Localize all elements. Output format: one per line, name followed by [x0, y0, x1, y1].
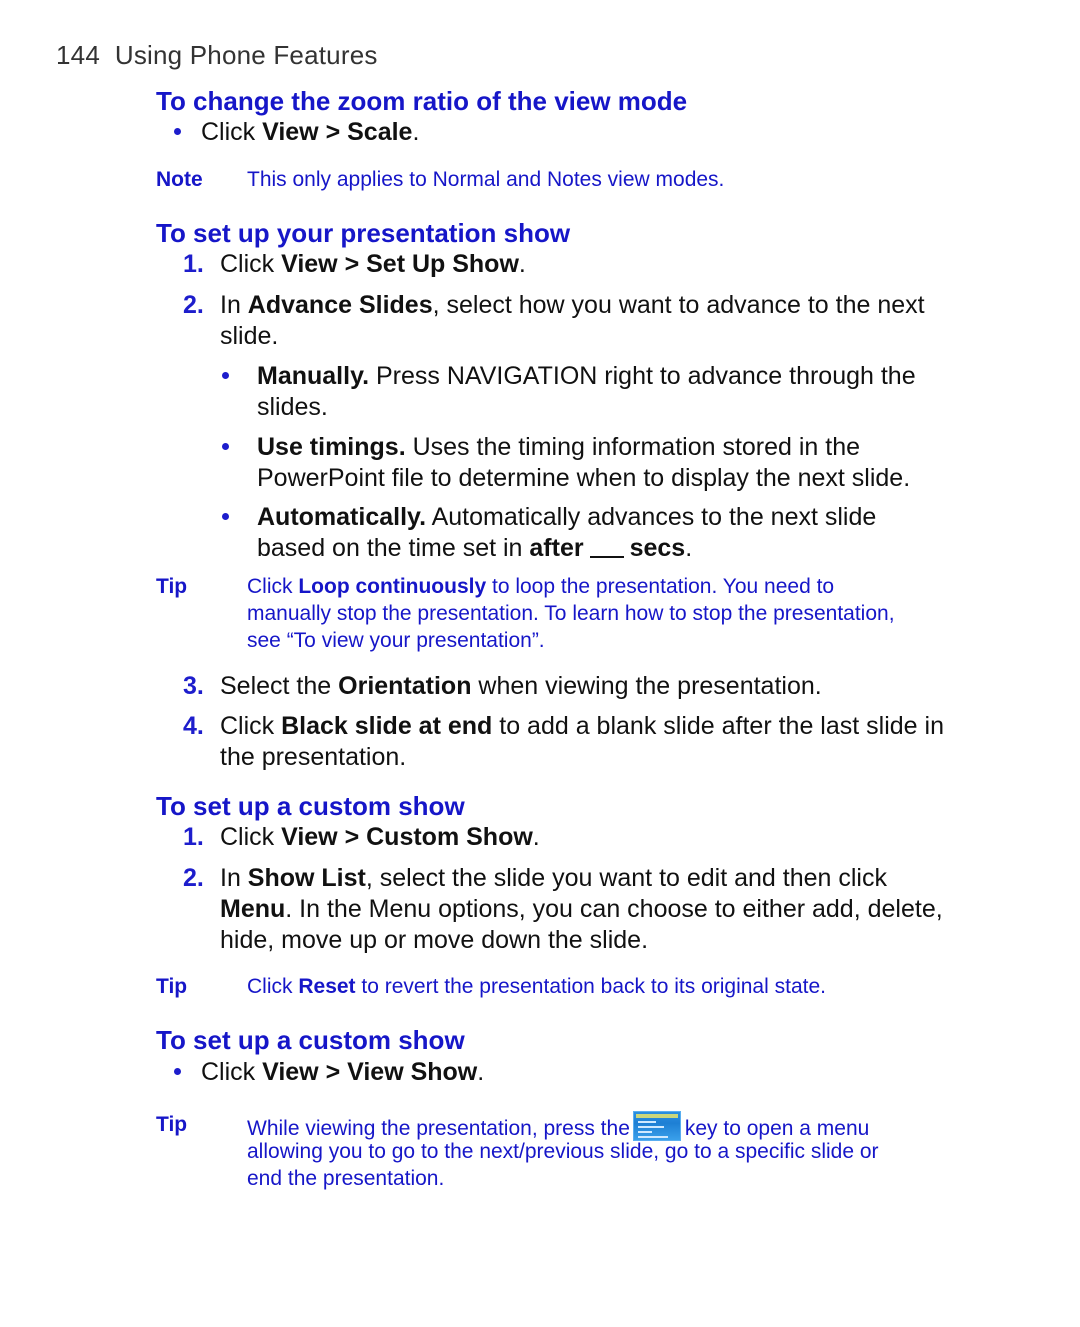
sub-bullet-continued: slides. — [257, 393, 328, 421]
text: Click — [220, 712, 282, 740]
option-name: Black slide at end — [281, 712, 493, 740]
step-item-continued: hide, move up or move down the slide. — [220, 926, 649, 954]
bullet-icon — [222, 513, 229, 520]
step-item: Click View > Custom Show. — [220, 822, 540, 853]
text: . — [685, 534, 693, 562]
step-number: 4. — [183, 712, 204, 740]
blank-field — [589, 555, 624, 558]
option-name: Manually. — [257, 362, 370, 390]
heading-presentation-show: To set up your presentation show — [156, 218, 571, 248]
heading-zoom-ratio: To change the zoom ratio of the view mod… — [156, 86, 688, 116]
step-item: In Advance Slides, select how you want t… — [220, 290, 925, 321]
tip-text: Click Reset to revert the presentation b… — [247, 973, 826, 1000]
bullet-icon — [222, 443, 229, 450]
text: . In the Menu options, you can choose to… — [285, 895, 943, 923]
text: . — [412, 118, 420, 146]
note-label: Note — [156, 168, 203, 191]
menu-path: View > Scale — [262, 118, 413, 146]
text: , select how you want to advance to the … — [432, 291, 925, 319]
heading-view-show: To set up a custom show — [156, 1025, 465, 1055]
text: , select the slide you want to edit and … — [365, 864, 887, 892]
bullet-icon — [174, 1068, 181, 1075]
text: Click — [220, 250, 282, 278]
text: . — [532, 823, 540, 851]
step-item: Select the Orientation when viewing the … — [220, 671, 822, 702]
option-name: Loop continuously — [298, 575, 487, 598]
tip-text-continued: end the presentation. — [247, 1167, 445, 1190]
step-number: 3. — [183, 672, 204, 700]
step-item: Click Black slide at end to add a blank … — [220, 711, 944, 742]
text: . — [477, 1058, 485, 1086]
text: Select the — [220, 672, 339, 700]
option-name: Use timings. — [257, 433, 406, 461]
tip-text-continued: see “To view your presentation”. — [247, 629, 545, 652]
step-number: 1. — [183, 823, 204, 851]
step-item-continued: the presentation. — [220, 743, 407, 771]
bullet-icon — [222, 372, 229, 379]
text: Uses the timing information stored in th… — [405, 433, 861, 461]
tip-label: Tip — [156, 575, 188, 598]
step-item: Click View > Set Up Show. — [220, 249, 526, 280]
bullet-item: Click View > View Show. — [201, 1057, 484, 1088]
sub-bullet-continued: based on the time set in after secs. — [257, 533, 692, 564]
text: While viewing the presentation, press th… — [247, 1117, 630, 1140]
tip-text-continued: manually stop the presentation. To learn… — [247, 602, 895, 625]
sub-bullet-use-timings: Use timings. Uses the timing information… — [257, 432, 860, 463]
option-name: Show List — [247, 864, 366, 892]
heading-custom-show: To set up a custom show — [156, 791, 465, 821]
step-item: In Show List, select the slide you want … — [220, 863, 887, 894]
text: Click — [247, 975, 299, 998]
running-head: 144 Using Phone Features — [56, 40, 378, 71]
step-item-continued: Menu. In the Menu options, you can choos… — [220, 894, 943, 925]
text: Click — [220, 823, 282, 851]
text: Click — [247, 575, 299, 598]
step-number: 2. — [183, 291, 204, 319]
text: In — [220, 864, 248, 892]
option-name: Reset — [298, 975, 356, 998]
page-number: 144 — [56, 40, 100, 70]
tip-text-continued: allowing you to go to the next/previous … — [247, 1140, 879, 1163]
option-name: Advance Slides — [247, 291, 433, 319]
sub-bullet-automatically: Automatically. Automatically advances to… — [257, 502, 876, 533]
tip-label: Tip — [156, 975, 188, 998]
option-name: Menu — [220, 895, 286, 923]
option-name: Orientation — [338, 672, 472, 700]
text: key to open a menu — [684, 1117, 870, 1140]
option-name: secs — [629, 534, 686, 562]
text: to add a blank slide after the last slid… — [492, 712, 944, 740]
step-number: 2. — [183, 864, 204, 892]
note-text: This only applies to Normal and Notes vi… — [247, 168, 725, 191]
menu-path: View > View Show — [262, 1058, 478, 1086]
option-name: after — [529, 534, 584, 562]
menu-path: View > Custom Show — [281, 823, 533, 851]
text: Press NAVIGATION right to advance throug… — [369, 362, 916, 390]
text: to loop the presentation. You need to — [486, 575, 835, 598]
start-menu-key-icon — [632, 1111, 681, 1141]
text: based on the time set in — [257, 534, 530, 562]
sub-bullet-manually: Manually. Press NAVIGATION right to adva… — [257, 361, 916, 392]
step-number: 1. — [183, 250, 204, 278]
text: In — [220, 291, 248, 319]
bullet-icon — [174, 128, 181, 135]
step-item-continued: slide. — [220, 322, 279, 350]
tip-label: Tip — [156, 1113, 188, 1136]
tip-text: Click Loop continuously to loop the pres… — [247, 573, 834, 600]
menu-path: View > Set Up Show — [281, 250, 519, 278]
option-name: Automatically. — [257, 503, 427, 531]
text: to revert the presentation back to its o… — [355, 975, 826, 998]
text: Click — [201, 118, 263, 146]
sub-bullet-continued: PowerPoint file to determine when to dis… — [257, 464, 911, 492]
bullet-item: Click View > Scale. — [201, 117, 419, 148]
text: when viewing the presentation. — [471, 672, 822, 700]
text: Click — [201, 1058, 263, 1086]
text: Automatically advances to the next slide — [426, 503, 877, 531]
section-title: Using Phone Features — [114, 40, 378, 70]
text: . — [518, 250, 526, 278]
